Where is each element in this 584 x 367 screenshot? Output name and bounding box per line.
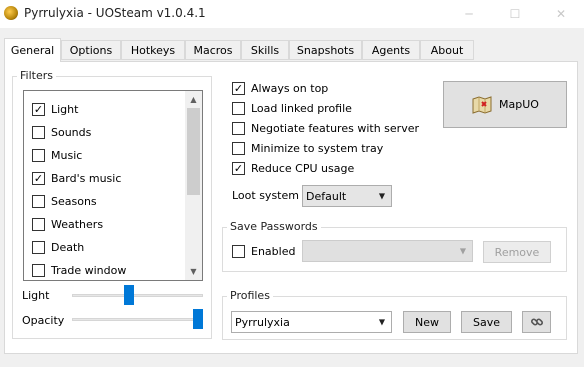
maximize-icon[interactable]: ☐ [492,0,538,28]
chevron-down-icon: ▼ [459,246,466,256]
list-item-label: Weathers [51,217,104,231]
light-label: Light [22,289,50,302]
option-label: Negotiate features with server [251,121,419,135]
filters-list[interactable]: ✓ Light Sounds Music ✓ Bard's music Season… [23,90,203,281]
mapuo-button[interactable]: MapUO [443,81,567,128]
death-checkbox[interactable] [32,240,45,254]
loot-system-value: Default [306,189,347,203]
tab-skills[interactable]: Skills [241,40,289,60]
save-passwords-enabled-option[interactable]: Enabled [232,243,295,259]
list-item-label: Seasons [51,194,97,208]
tab-macros[interactable]: Macros [185,40,241,60]
chevron-down-icon: ▼ [378,191,385,201]
new-profile-button[interactable]: New [403,311,451,333]
filters-title: Filters [17,69,56,82]
tab-snapshots[interactable]: Snapshots [289,40,362,60]
chevron-down-icon: ▼ [378,317,385,327]
trade-window-checkbox[interactable] [32,263,45,277]
minimize-to-tray-option[interactable]: Minimize to system tray [232,140,383,156]
list-item[interactable]: Weathers [32,215,103,233]
profile-value: Pyrrulyxia [235,315,290,329]
list-item[interactable]: Trade window [32,261,126,279]
option-label: Reduce CPU usage [251,161,355,175]
tab-agents[interactable]: Agents [362,40,420,60]
light-checkbox[interactable]: ✓ [32,102,45,116]
list-scrollbar[interactable]: ▲ ▼ [185,91,202,280]
load-linked-profile-checkbox[interactable] [232,101,245,115]
check-icon: ✓ [233,161,244,175]
minimize-to-tray-checkbox[interactable] [232,141,245,155]
light-slider-thumb[interactable] [124,285,135,305]
list-item-label: Trade window [51,263,127,277]
list-item-label: Sounds [51,125,92,139]
check-icon: ✓ [233,81,244,95]
option-label: Always on top [251,81,329,95]
check-icon: ✓ [33,102,44,116]
title-bar: Pyrrulyxia - UOSteam v1.0.4.1 ─ ☐ ✕ [0,0,584,28]
map-icon [472,95,492,114]
save-profile-button[interactable]: Save [461,311,512,333]
list-item[interactable]: Seasons [32,192,97,210]
list-item-label: Light [51,102,79,116]
remove-button[interactable]: Remove [483,241,551,263]
scroll-up-icon[interactable]: ▲ [185,91,202,108]
scroll-thumb[interactable] [187,108,200,195]
seasons-checkbox[interactable] [32,194,45,208]
profiles-title: Profiles [227,289,273,302]
list-item[interactable]: ✓ Bard's music [32,169,121,187]
window-title: Pyrrulyxia - UOSteam v1.0.4.1 [24,6,206,20]
loot-system-select[interactable]: Default ▼ [302,185,392,207]
list-item[interactable]: Music [32,146,82,164]
close-icon[interactable]: ✕ [538,0,584,28]
negotiate-features-option[interactable]: Negotiate features with server [232,120,419,136]
list-item[interactable]: ✓ Light [32,100,78,118]
bards-music-checkbox[interactable]: ✓ [32,171,45,185]
mapuo-label: MapUO [499,98,539,111]
enabled-label: Enabled [251,244,296,258]
save-passwords-title: Save Passwords [227,220,321,233]
opacity-label: Opacity [22,314,65,327]
link-icon [530,318,543,326]
loot-system-label: Loot system [232,189,299,202]
tab-general[interactable]: General [4,38,61,62]
sounds-checkbox[interactable] [32,125,45,139]
minimize-icon[interactable]: ─ [446,0,492,28]
tab-about[interactable]: About [420,40,474,60]
opacity-slider-track[interactable] [72,318,203,321]
tab-options[interactable]: Options [61,40,121,60]
weathers-checkbox[interactable] [32,217,45,231]
always-on-top-option[interactable]: ✓ Always on top [232,80,328,96]
list-item[interactable]: Sounds [32,123,91,141]
tab-hotkeys[interactable]: Hotkeys [121,40,185,60]
scroll-down-icon[interactable]: ▼ [185,263,202,280]
load-linked-profile-option[interactable]: Load linked profile [232,100,352,116]
app-icon [4,6,18,20]
light-slider-track[interactable] [72,294,203,297]
profile-select[interactable]: Pyrrulyxia ▼ [231,311,392,333]
list-item-label: Music [51,148,83,162]
list-item[interactable]: Death [32,238,84,256]
link-profile-button[interactable] [522,311,551,333]
option-label: Minimize to system tray [251,141,384,155]
opacity-slider-thumb[interactable] [193,309,203,329]
negotiate-features-checkbox[interactable] [232,121,245,135]
list-item-label: Bard's music [51,171,122,185]
save-passwords-enabled-checkbox[interactable] [232,244,245,258]
list-item-label: Death [51,240,85,254]
option-label: Load linked profile [251,101,352,115]
saved-accounts-select[interactable]: ▼ [302,240,473,262]
reduce-cpu-checkbox[interactable]: ✓ [232,161,245,175]
music-checkbox[interactable] [32,148,45,162]
reduce-cpu-option[interactable]: ✓ Reduce CPU usage [232,160,354,176]
always-on-top-checkbox[interactable]: ✓ [232,81,245,95]
check-icon: ✓ [33,171,44,185]
